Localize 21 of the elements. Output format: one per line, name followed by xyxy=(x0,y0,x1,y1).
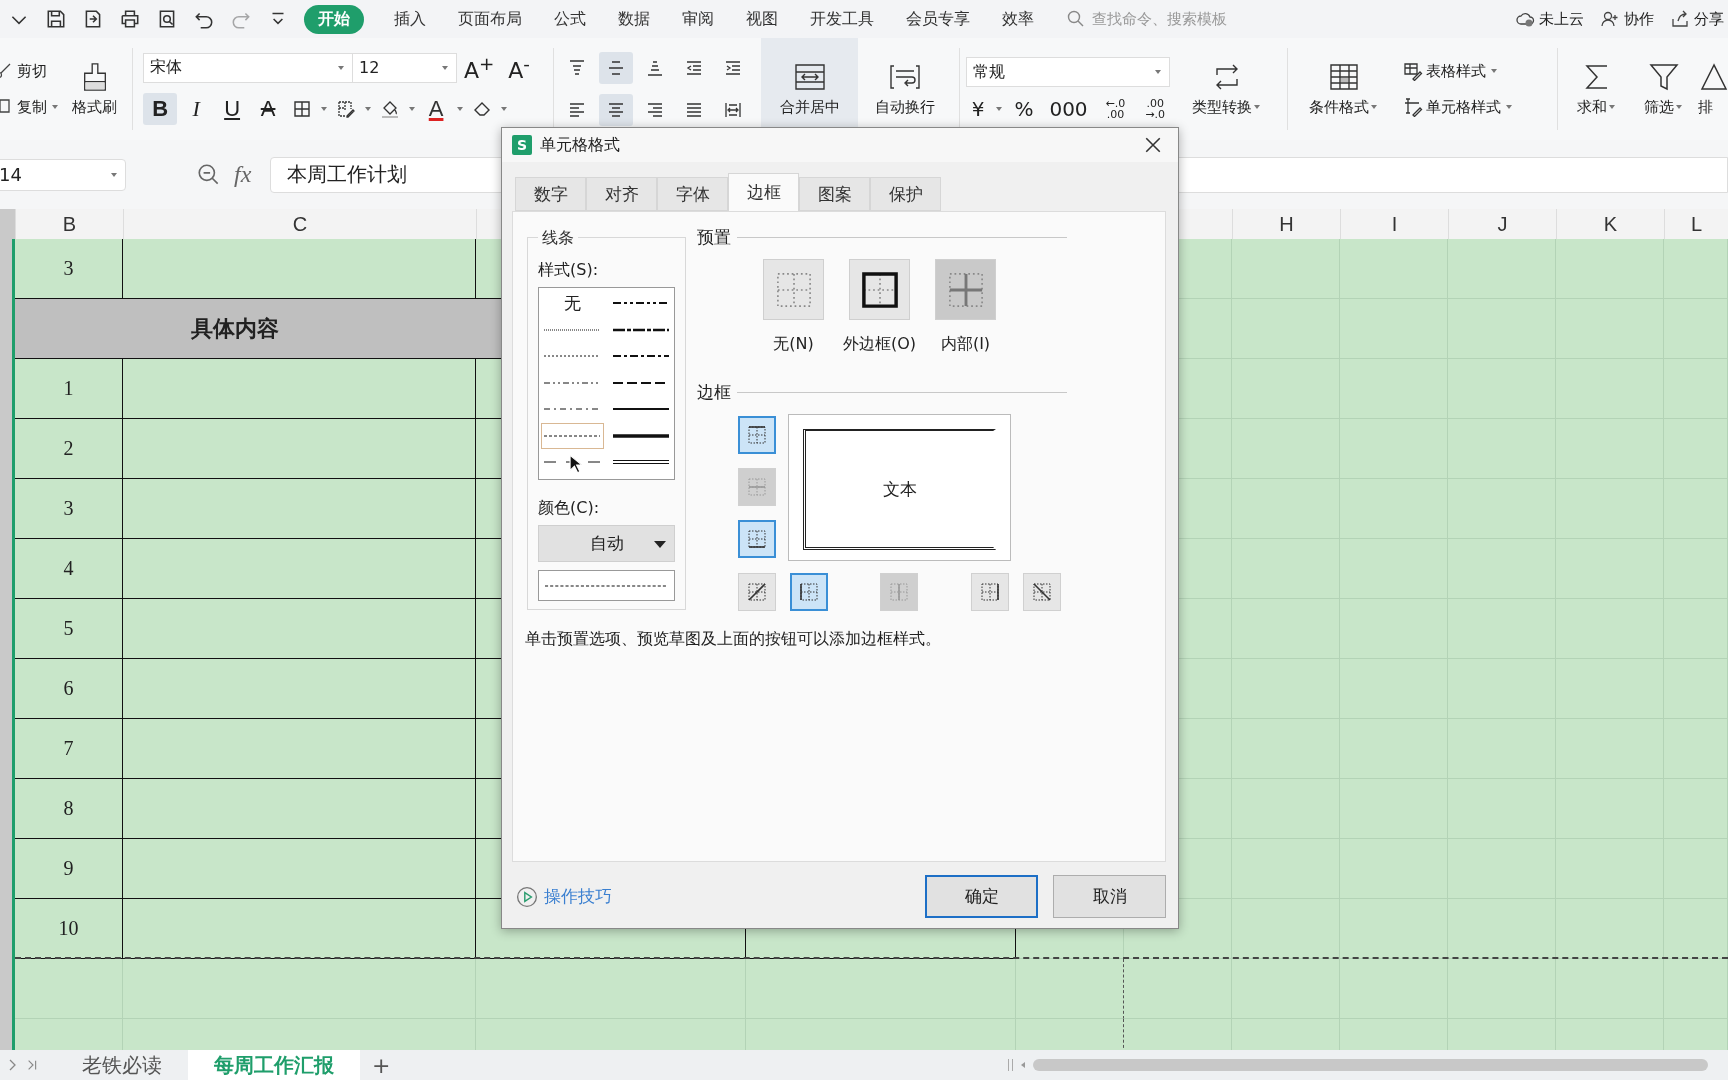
table-cell: 6 xyxy=(15,659,123,719)
preset-label: 无(N) xyxy=(773,334,814,355)
section-title: 边框 xyxy=(697,381,731,404)
app-logo: S xyxy=(512,135,532,155)
table-cell: 7 xyxy=(15,719,123,779)
table-cell: 8 xyxy=(15,779,123,839)
dialog-title: 单元格格式 xyxy=(540,134,620,156)
table-cell: 1 xyxy=(15,359,123,419)
field-label: 颜色(C): xyxy=(538,498,601,519)
preset-label: 内部(I) xyxy=(940,334,991,355)
table-cell: 2 xyxy=(15,419,123,479)
table-cell: 3 xyxy=(15,479,123,539)
section-title: 预置 xyxy=(697,226,731,249)
table-cell: 9 xyxy=(15,839,123,899)
sample-text: 文本 xyxy=(882,477,917,501)
table-cell: 10 xyxy=(15,899,123,959)
hint-text: 单击预置选项、预览草图及上面的按钮可以添加边框样式。 xyxy=(525,629,942,650)
table-cell: 4 xyxy=(15,539,123,599)
field-label: 样式(S): xyxy=(538,260,600,281)
preset-label: 外边框(O) xyxy=(842,334,917,355)
table-cell: 5 xyxy=(15,599,123,659)
